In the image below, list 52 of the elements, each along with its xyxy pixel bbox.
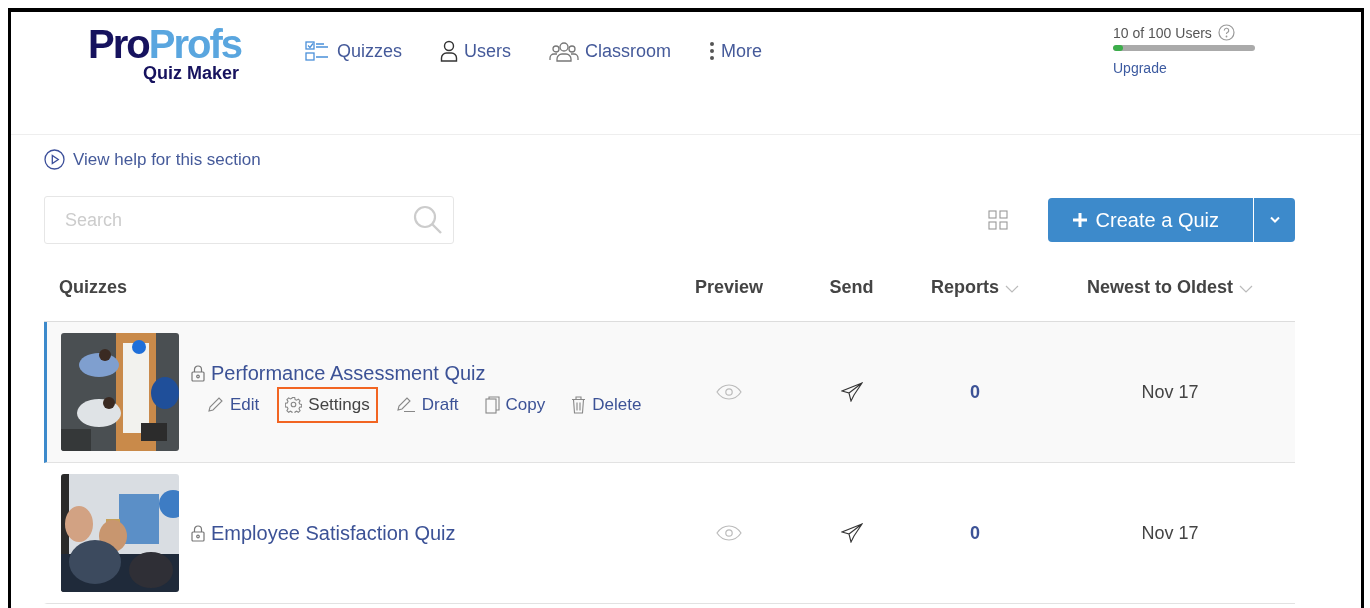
logo-wordmark[interactable]: ProProfs [88,26,241,62]
quiz-action-link[interactable]: Copy [476,386,554,423]
copy-icon [484,395,500,414]
group-icon [549,40,580,62]
caret-icon [1268,216,1281,224]
column-header[interactable]: Quizzes [59,277,128,298]
nav-link[interactable]: Classroom [549,40,672,62]
nav-link[interactable]: Users [440,40,512,62]
play-icon [44,149,65,170]
checklist-icon [305,40,331,62]
plus-icon [1071,212,1088,228]
eye-icon[interactable] [716,384,742,400]
more-icon [709,41,716,61]
logo-subtitle: Quiz Maker [142,62,239,84]
search-icon [413,205,443,235]
create-quiz-button[interactable]: Create a Quiz [1047,198,1253,242]
nav-link[interactable]: More [709,40,763,62]
chevron-down-icon [1239,285,1253,293]
column-header[interactable]: Reports [931,277,1019,298]
column-header[interactable]: Newest to Oldest [1087,277,1253,298]
person-icon [440,40,459,62]
pencil-icon [207,396,224,413]
lock-icon [191,524,205,542]
quiz-row[interactable]: Performance Assessment Quiz Edit Settings Draft Copy Delete 0 Nov 17 [44,322,1295,463]
reports-count[interactable]: 0 [970,381,980,403]
settings-icon [285,396,303,413]
quiz-action-link[interactable]: Settings [277,386,378,423]
nav-link[interactable]: Quizzes [305,40,403,62]
pencil-line-icon [395,396,416,413]
quiz-action-link[interactable]: Delete [563,386,650,423]
date-text: Nov 17 [1141,381,1199,403]
help-link[interactable]: View help for this section [44,149,261,170]
date-text: Nov 17 [1141,522,1199,544]
dropdown-button[interactable] [1253,198,1295,242]
quiz-title-link[interactable]: Employee Satisfaction Quiz [211,521,456,545]
paper-plane-icon[interactable] [840,382,863,402]
quiz-title-link[interactable]: Performance Assessment Quiz [211,361,486,385]
column-header[interactable]: Send [829,277,874,298]
users-count: 10 of 100 Users [1113,24,1212,41]
quiz-action-link[interactable]: Edit [199,386,268,423]
reports-count[interactable]: 0 [970,522,980,544]
upgrade-link[interactable]: Upgrade [1113,60,1167,76]
column-header[interactable]: Preview [694,277,763,298]
chevron-down-icon [1005,285,1019,293]
grid-view-icon[interactable] [987,210,1008,230]
paper-plane-icon[interactable] [840,523,863,543]
eye-icon[interactable] [716,525,742,541]
lock-icon [191,364,205,382]
trash-icon [571,395,587,414]
quiz-row[interactable]: Employee Satisfaction Quiz 0 Nov 17 [44,463,1295,604]
quiz-action-link[interactable]: Draft [387,386,467,423]
help-icon[interactable] [1217,24,1235,41]
